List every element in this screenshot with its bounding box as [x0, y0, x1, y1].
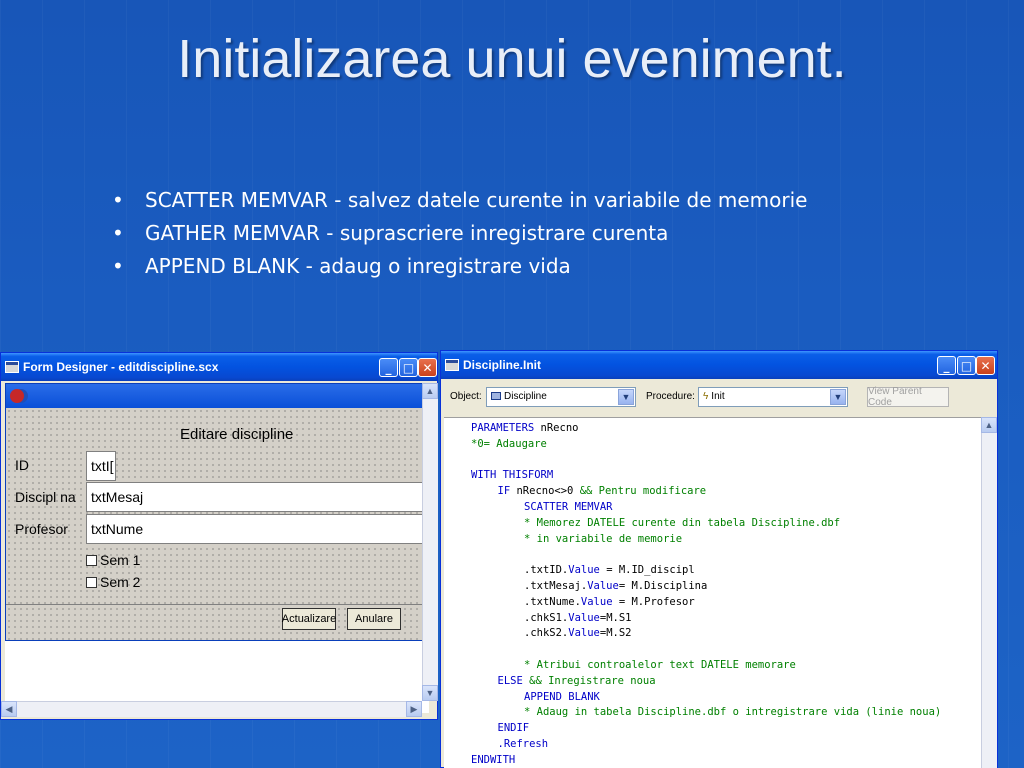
vfp-form-icon	[10, 389, 24, 403]
procedure-label: Procedure:	[646, 391, 695, 402]
code-line: * Atribui controalelor text DATELE memor…	[524, 659, 796, 671]
form-designer-window: Form Designer - editdiscipline.scx _ □ ✕…	[0, 352, 438, 720]
scroll-right-icon[interactable]: ▶	[406, 701, 422, 717]
form-separator-line	[6, 604, 424, 605]
checkbox-box	[86, 554, 97, 566]
form-designer-title: Form Designer - editdiscipline.scx	[23, 360, 219, 374]
maximize-icon[interactable]: □	[399, 358, 418, 377]
designed-form-titlebar	[6, 384, 424, 408]
code-window: Discipline.Init _ □ ✕ Object: Discipline…	[440, 350, 998, 768]
designed-form-grid: Editare discipline ID txtI[ Discipl na t…	[6, 408, 424, 640]
code-line: * Memorez DATELE curente din tabela Disc…	[524, 516, 841, 529]
scroll-left-icon[interactable]: ◀	[1, 701, 17, 717]
bullet-dot: •	[112, 188, 124, 212]
textbox-txtnume[interactable]: txtNume	[86, 514, 424, 544]
chevron-down-icon[interactable]: ▼	[830, 389, 846, 405]
bullet-item: • SCATTER MEMVAR - salvez datele curente …	[112, 184, 807, 217]
checkbox-sem2[interactable]: Sem 2	[86, 574, 140, 590]
code-line: SCATTER MEMVAR	[524, 501, 613, 513]
code-line: .txtNume.Value = M.Profesor	[524, 595, 695, 608]
form-designer-canvas: Editare discipline ID txtI[ Discipl na t…	[5, 383, 429, 713]
minimize-icon[interactable]: _	[937, 356, 956, 375]
code-line: IF nRecno<>0 && Pentru modificare	[497, 485, 707, 498]
code-line: .txtMesaj.Value= M.Disciplina	[524, 580, 708, 592]
form-designer-vscrollbar[interactable]: ▲ ▼	[422, 383, 438, 701]
code-line: *0= Adaugare	[471, 437, 547, 450]
code-line: .chkS2.Value=M.S2	[524, 627, 632, 640]
minimize-icon[interactable]: _	[379, 358, 398, 377]
view-parent-code-button[interactable]: View Parent Code	[867, 386, 949, 408]
procedure-combobox[interactable]: ϟ Init ▼	[698, 387, 848, 407]
code-line: PARAMETERS nRecno	[471, 422, 579, 434]
scroll-up-icon[interactable]: ▲	[422, 383, 438, 399]
code-line: ELSE && Inregistrare noua	[497, 674, 656, 687]
close-icon[interactable]: ✕	[418, 358, 437, 377]
checkbox-box	[86, 576, 97, 588]
code-window-app-icon	[445, 359, 459, 371]
bullet-dot: •	[112, 254, 124, 278]
scroll-up-icon[interactable]: ▲	[981, 417, 997, 433]
lightning-icon: ϟ	[703, 391, 709, 402]
form-designer-app-icon	[5, 361, 19, 373]
bullet-item: • GATHER MEMVAR - suprascriere inregistra…	[112, 217, 807, 250]
code-editor[interactable]: PARAMETERS nRecno *0= Adaugare WITH THISFO…	[444, 417, 981, 768]
form-caption-label: Editare discipline	[180, 426, 294, 443]
cancel-button[interactable]: Anulare	[347, 608, 401, 630]
code-window-title: Discipline.Init	[463, 358, 542, 372]
object-label: Object:	[450, 391, 482, 402]
bullet-dot: •	[112, 221, 124, 245]
form-object-icon	[491, 392, 501, 400]
textbox-txtid[interactable]: txtI[	[86, 451, 116, 481]
scroll-down-icon[interactable]: ▼	[422, 685, 438, 701]
slide-title: Initializarea unui eveniment.	[177, 29, 847, 89]
code-line: APPEND BLANK	[524, 690, 600, 703]
code-line: WITH THISFORM	[471, 469, 554, 482]
maximize-icon[interactable]: □	[957, 356, 976, 375]
object-combobox[interactable]: Discipline ▼	[486, 387, 636, 407]
textbox-txtmesaj[interactable]: txtMesaj	[86, 482, 424, 512]
label-disciplina[interactable]: Discipl na	[15, 489, 76, 505]
designed-form[interactable]: Editare discipline ID txtI[ Discipl na t…	[5, 383, 425, 641]
form-designer-titlebar[interactable]: Form Designer - editdiscipline.scx _ □ ✕	[1, 353, 437, 381]
update-button[interactable]: Actualizare	[282, 608, 336, 630]
code-line: .chkS1.Value=M.S1	[524, 611, 632, 624]
code-line: * in variabile de memorie	[524, 532, 683, 545]
code-line: * Adaug in tabela Discipline.dbf o intre…	[524, 706, 942, 719]
bullet-item: • APPEND BLANK - adaug o inregistrare vid…	[112, 250, 807, 283]
code-window-titlebar[interactable]: Discipline.Init _ □ ✕	[441, 351, 997, 379]
checkbox-sem1[interactable]: Sem 1	[86, 552, 140, 568]
close-icon[interactable]: ✕	[976, 356, 995, 375]
code-line: .Refresh	[497, 738, 549, 750]
code-editor-vscrollbar[interactable]: ▲	[981, 417, 997, 768]
code-window-toolbar: Object: Discipline ▼ Procedure: ϟ Init ▼ …	[444, 379, 994, 411]
chevron-down-icon[interactable]: ▼	[618, 389, 634, 405]
bullet-list: • SCATTER MEMVAR - salvez datele curente …	[112, 184, 807, 283]
label-id[interactable]: ID	[15, 457, 29, 473]
label-profesor[interactable]: Profesor	[15, 521, 68, 537]
form-designer-hscrollbar[interactable]: ◀ ▶	[1, 701, 422, 717]
code-line: .txtID.Value = M.ID_discipl	[524, 564, 695, 577]
code-line: ENDIF	[497, 722, 530, 735]
code-line: ENDWITH	[471, 753, 516, 766]
